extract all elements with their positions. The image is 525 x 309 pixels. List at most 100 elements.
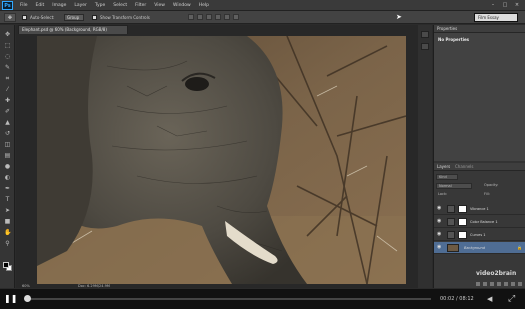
adjustment-thumbnail-icon [447, 205, 455, 213]
doc-size-readout: Doc: 6.29M/24.9M [78, 284, 110, 288]
quick-select-tool[interactable]: ✎ [4, 64, 11, 71]
layer-name: Background [464, 246, 485, 250]
move-tool-icon[interactable]: ✥ [4, 13, 16, 22]
volume-icon[interactable]: ◀ [487, 295, 495, 303]
kind-filter-select[interactable]: Kind [436, 174, 458, 180]
blur-tool[interactable]: ● [4, 163, 11, 170]
elephant-photo [37, 36, 406, 284]
menu-layer[interactable]: Layer [74, 0, 87, 11]
new-group-icon[interactable] [504, 282, 508, 286]
layer-color-balance[interactable]: ◉ Color Balance 1 [434, 216, 525, 228]
eraser-tool[interactable]: ◫ [4, 141, 11, 148]
crop-tool[interactable]: ⌗ [4, 75, 11, 82]
layer-name: Color Balance 1 [470, 220, 498, 224]
pause-button[interactable]: ❚❚ [4, 294, 17, 304]
layers-panel-footer [434, 280, 525, 288]
align-top-icon[interactable] [188, 14, 194, 20]
layer-mask-thumbnail[interactable] [458, 231, 467, 239]
no-properties-text: No Properties [438, 37, 470, 42]
new-adjustment-icon[interactable] [497, 282, 501, 286]
show-transform-checkbox[interactable] [92, 15, 97, 20]
layer-vibrance[interactable]: ◉ Vibrance 1 [434, 203, 525, 215]
menu-window[interactable]: Window [173, 0, 191, 11]
eyedropper-tool[interactable]: ⁄ [4, 86, 11, 93]
document-area: Elephant.psd @ 60% (Background, RGB/8) 6… [16, 25, 432, 288]
history-brush-tool[interactable]: ↺ [4, 130, 11, 137]
properties-panel: No Properties [434, 33, 525, 161]
healing-brush-tool[interactable]: ✚ [4, 97, 11, 104]
clone-stamp-tool[interactable]: ▲ [4, 119, 11, 126]
document-tab[interactable]: Elephant.psd @ 60% (Background, RGB/8) [18, 25, 128, 34]
hand-tool[interactable]: ✋ [4, 229, 11, 236]
lock-icon: 🔒 [517, 245, 522, 250]
gradient-tool[interactable]: ▤ [4, 152, 11, 159]
panel-icon-strip [418, 25, 432, 288]
progress-track[interactable] [26, 298, 431, 300]
visibility-eye-icon[interactable]: ◉ [437, 219, 442, 224]
align-right-icon[interactable] [233, 14, 239, 20]
menu-select[interactable]: Select [113, 0, 127, 11]
layer-lock-row: Lock: Fill: [436, 192, 524, 199]
add-mask-icon[interactable] [490, 282, 494, 286]
tab-properties[interactable]: Properties [434, 25, 460, 33]
align-center-icon[interactable] [224, 14, 230, 20]
delete-layer-icon[interactable] [518, 282, 522, 286]
visibility-eye-icon[interactable]: ◉ [437, 232, 442, 237]
image-thumbnail [447, 244, 459, 252]
window-controls: – □ × [489, 1, 521, 9]
tab-layers[interactable]: Layers [434, 163, 453, 171]
zoom-level[interactable]: 60% [22, 284, 30, 288]
auto-select-checkbox[interactable] [22, 15, 27, 20]
align-bottom-icon[interactable] [206, 14, 212, 20]
layer-name: Vibrance 1 [470, 207, 489, 211]
zoom-tool[interactable]: ⚲ [4, 240, 11, 247]
info-panel-icon[interactable] [421, 43, 429, 50]
menu-view[interactable]: View [154, 0, 165, 11]
layer-name: Curves 1 [470, 233, 486, 237]
lock-label: Lock: [438, 192, 448, 196]
new-layer-icon[interactable] [511, 282, 515, 286]
layer-style-icon[interactable] [483, 282, 487, 286]
type-tool[interactable]: T [4, 196, 11, 203]
align-left-icon[interactable] [215, 14, 221, 20]
menu-bar: Ps File Edit Image Layer Type Select Fil… [0, 0, 525, 11]
maximize-button[interactable]: □ [501, 1, 509, 9]
document-canvas[interactable] [37, 36, 406, 284]
menu-filter[interactable]: Filter [135, 0, 146, 11]
status-bar: 60% Doc: 6.29M/24.9M [16, 284, 432, 288]
path-select-tool[interactable]: ➤ [4, 207, 11, 214]
menu-image[interactable]: Image [52, 0, 66, 11]
dodge-tool[interactable]: ◐ [4, 174, 11, 181]
menu-help[interactable]: Help [199, 0, 209, 11]
visibility-eye-icon[interactable]: ◉ [437, 245, 442, 250]
pen-tool[interactable]: ✒ [4, 185, 11, 192]
layer-curves[interactable]: ◉ Curves 1 [434, 229, 525, 241]
marquee-tool[interactable]: ⬚ [4, 42, 11, 49]
menu-edit[interactable]: Edit [36, 0, 45, 11]
visibility-eye-icon[interactable]: ◉ [437, 206, 442, 211]
options-bar: ✥ Auto-Select: Group Show Transform Cont… [0, 11, 525, 24]
layers-panel-header: Layers Channels [434, 163, 525, 171]
fullscreen-icon[interactable]: ⤢ [508, 294, 518, 304]
brush-tool[interactable]: ✐ [4, 108, 11, 115]
progress-knob[interactable] [24, 295, 31, 302]
auto-select-target-select[interactable]: Group [64, 14, 84, 21]
move-tool[interactable]: ✥ [4, 31, 11, 38]
menu-file[interactable]: File [20, 0, 28, 11]
layer-background[interactable]: ◉ Background 🔒 [434, 242, 525, 254]
layer-mask-thumbnail[interactable] [458, 218, 467, 226]
foreground-color-swatch[interactable] [3, 262, 9, 268]
layer-mask-thumbnail[interactable] [458, 205, 467, 213]
tab-channels[interactable]: Channels [452, 163, 477, 171]
close-button[interactable]: × [513, 1, 521, 9]
minimize-button[interactable]: – [489, 1, 497, 9]
time-readout: 00:02 / 08:12 [440, 296, 474, 302]
align-middle-icon[interactable] [197, 14, 203, 20]
menu-type[interactable]: Type [95, 0, 105, 11]
lasso-tool[interactable]: ◌ [4, 53, 11, 60]
blend-mode-select[interactable]: Normal [436, 183, 472, 189]
history-panel-icon[interactable] [421, 31, 429, 38]
workspace-select[interactable]: Film Essay [474, 13, 518, 22]
link-layers-icon[interactable] [476, 282, 480, 286]
shape-tool[interactable]: ■ [4, 218, 11, 225]
